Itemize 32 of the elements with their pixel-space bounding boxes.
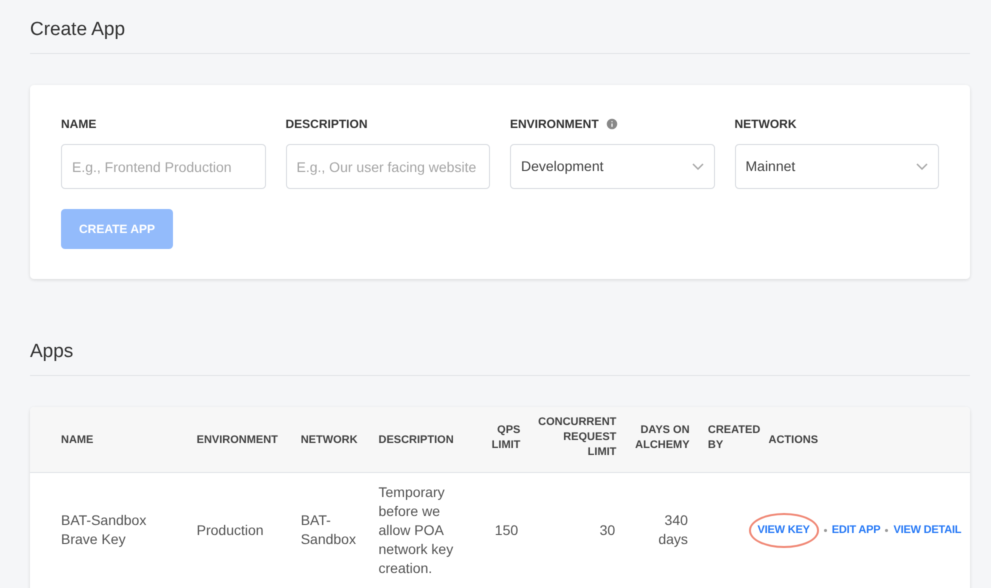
info-icon[interactable]: [604, 117, 619, 131]
field-label: DESCRIPTION: [286, 116, 368, 133]
text-field[interactable]: E.g., Our user facing website: [286, 144, 490, 189]
section-title: Apps: [30, 340, 970, 376]
column-header: DESCRIPTION: [378, 433, 454, 448]
table-cell: Production: [196, 522, 264, 538]
column-header: ENVIRONMENT: [196, 433, 278, 448]
column-header: NETWORK: [300, 433, 358, 448]
action-link[interactable]: VIEW KEY: [748, 513, 819, 548]
action-link[interactable]: VIEW DETAIL: [893, 522, 962, 538]
table-cell: Temporary before we allow POA network key creation.: [378, 484, 454, 576]
column-header: QPS LIMIT: [492, 422, 520, 453]
table-cell: BAT-Sandbox Brave Key: [61, 512, 146, 548]
select-field[interactable]: Mainnet: [734, 144, 939, 189]
chevron-down-icon: [916, 163, 928, 170]
action-link[interactable]: EDIT APP: [832, 522, 880, 538]
column-header: CONCURRENT REQUEST LIMIT: [538, 415, 616, 460]
chevron-down-icon: [692, 163, 704, 170]
table-cell: 30: [600, 522, 616, 538]
field-label: NAME: [61, 116, 96, 133]
column-header: CREATED BY: [708, 422, 760, 453]
table-cell: BAT-Sandbox: [300, 512, 356, 548]
text-field[interactable]: E.g., Frontend Production: [61, 144, 266, 189]
column-header: DAYS ON ALCHEMY: [635, 422, 690, 453]
column-header: NAME: [61, 433, 94, 448]
table-cell: 340 days: [658, 512, 688, 548]
table-cell: 150: [494, 522, 518, 538]
select-field[interactable]: Development: [510, 144, 714, 189]
field-label: ENVIRONMENT: [510, 116, 599, 133]
field-label: NETWORK: [734, 116, 796, 133]
section-title: Create App: [30, 18, 970, 54]
column-header: ACTIONS: [768, 433, 818, 448]
